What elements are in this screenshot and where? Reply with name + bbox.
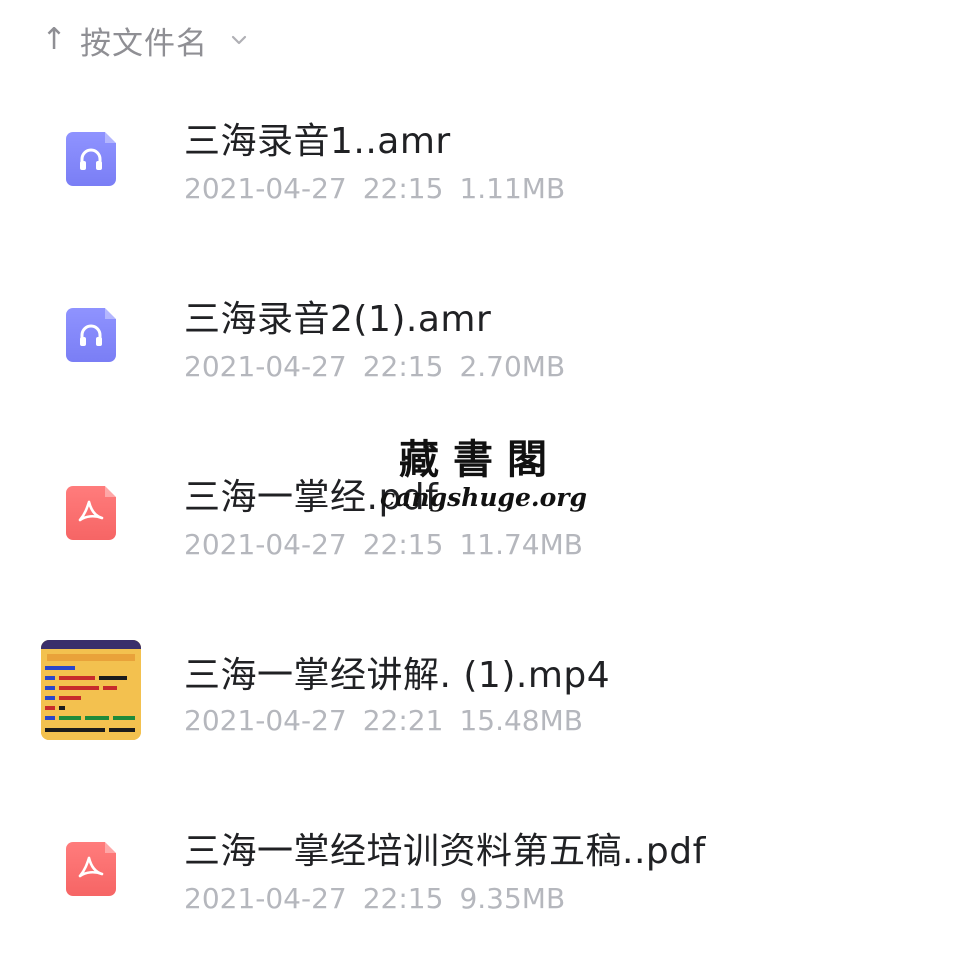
- file-time: 22:21: [362, 704, 444, 737]
- audio-file-icon: [66, 308, 116, 362]
- file-date: 2021-04-27: [184, 704, 347, 737]
- pdf-icon: [78, 500, 104, 522]
- page-fold: [105, 842, 116, 853]
- file-meta: 2021-04-27 22:21 15.48MB: [184, 704, 583, 737]
- video-thumbnail: [41, 640, 141, 740]
- file-meta: 2021-04-27 22:15 11.74MB: [184, 528, 583, 561]
- file-meta: 2021-04-27 22:15 9.35MB: [184, 882, 565, 915]
- file-size: 11.74MB: [459, 528, 583, 561]
- page-fold: [105, 308, 116, 319]
- file-date: 2021-04-27: [184, 882, 347, 915]
- watermark: 藏書閣 cangshuge.org: [380, 436, 587, 526]
- file-time: 22:15: [362, 350, 444, 383]
- file-date: 2021-04-27: [184, 172, 347, 205]
- page-fold: [105, 486, 116, 497]
- file-item[interactable]: 三海一掌经讲解. (1).mp4 2021-04-27 22:21 15.48M…: [0, 634, 960, 784]
- file-item[interactable]: 三海录音2(1).amr 2021-04-27 22:15 2.70MB: [0, 278, 960, 428]
- video-thumbnail-image: [41, 640, 141, 740]
- file-size: 2.70MB: [459, 350, 566, 383]
- audio-file-icon: [66, 132, 116, 186]
- file-name[interactable]: 三海一掌经培训资料第五稿..pdf: [184, 822, 706, 874]
- file-time: 22:15: [362, 882, 444, 915]
- file-item[interactable]: 三海一掌经培训资料第五稿..pdf 2021-04-27 22:15 9.35M…: [0, 810, 960, 960]
- file-size: 15.48MB: [459, 704, 583, 737]
- pdf-icon: [78, 856, 104, 878]
- file-meta: 2021-04-27 22:15 2.70MB: [184, 350, 565, 383]
- file-time: 22:15: [362, 528, 444, 561]
- pdf-file-icon: [66, 842, 116, 896]
- watermark-cn: 藏書閣: [399, 436, 561, 483]
- headphones-icon: [80, 324, 102, 346]
- file-name[interactable]: 三海录音1..amr: [184, 112, 451, 164]
- file-item[interactable]: 三海录音1..amr 2021-04-27 22:15 1.11MB: [0, 100, 960, 250]
- file-time: 22:15: [362, 172, 444, 205]
- watermark-en: cangshuge.org: [380, 483, 587, 512]
- file-name[interactable]: 三海录音2(1).amr: [184, 290, 491, 342]
- page-fold: [105, 132, 116, 143]
- file-size: 9.35MB: [459, 882, 566, 915]
- file-date: 2021-04-27: [184, 528, 347, 561]
- file-name[interactable]: 三海一掌经讲解. (1).mp4: [184, 646, 610, 698]
- file-size: 1.11MB: [459, 172, 566, 205]
- pdf-file-icon: [66, 486, 116, 540]
- file-date: 2021-04-27: [184, 350, 347, 383]
- headphones-icon: [80, 148, 102, 170]
- file-browser: ↑ 按文件名 三海录音1..amr 2021-04-27 22:15 1.11M…: [0, 0, 960, 960]
- file-meta: 2021-04-27 22:15 1.11MB: [184, 172, 565, 205]
